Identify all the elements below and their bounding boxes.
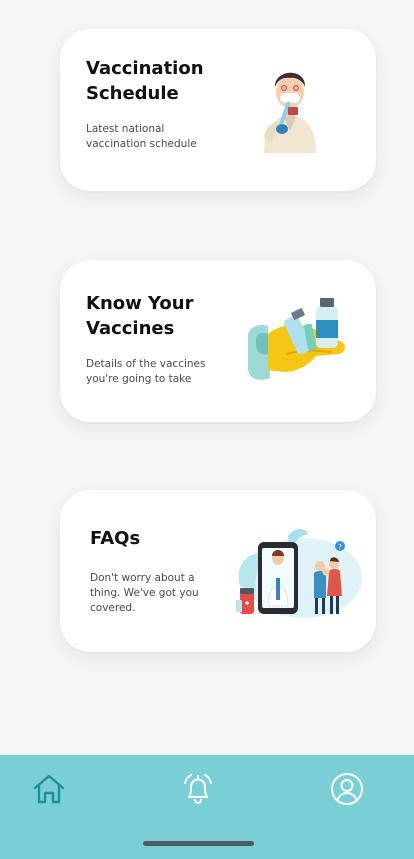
hand-holding-vaccine-vials-illustration <box>248 298 345 380</box>
card-description: Details of the vaccines you're going to t… <box>86 358 206 385</box>
bell-icon <box>184 774 212 805</box>
home-indicator[interactable] <box>143 841 254 846</box>
faqs-card[interactable]: FAQs Don't worry about a thing. We've got… <box>60 490 376 652</box>
card-title: Vaccination Schedule <box>86 58 204 104</box>
nav-home-button[interactable] <box>31 771 67 807</box>
user-icon <box>331 773 363 805</box>
nav-notifications-button[interactable] <box>180 771 216 807</box>
doctor-on-phone-family-illustration: ? <box>236 529 362 618</box>
home-icon <box>33 774 65 804</box>
nav-profile-button[interactable] <box>329 771 365 807</box>
svg-text:?: ? <box>338 543 342 551</box>
vaccination-schedule-card[interactable]: Vaccination Schedule Latest national vacci… <box>60 29 376 191</box>
know-your-vaccines-card[interactable]: Know Your Vaccines Details of the vaccine… <box>60 260 376 422</box>
card-title: Know Your Vaccines <box>86 293 194 339</box>
card-description: Don't worry about a thing. We've got you c… <box>90 572 199 614</box>
card-title: FAQs <box>90 528 141 549</box>
doctor-with-syringe-illustration <box>264 72 316 153</box>
card-description: Latest national vaccination schedule <box>86 123 197 150</box>
